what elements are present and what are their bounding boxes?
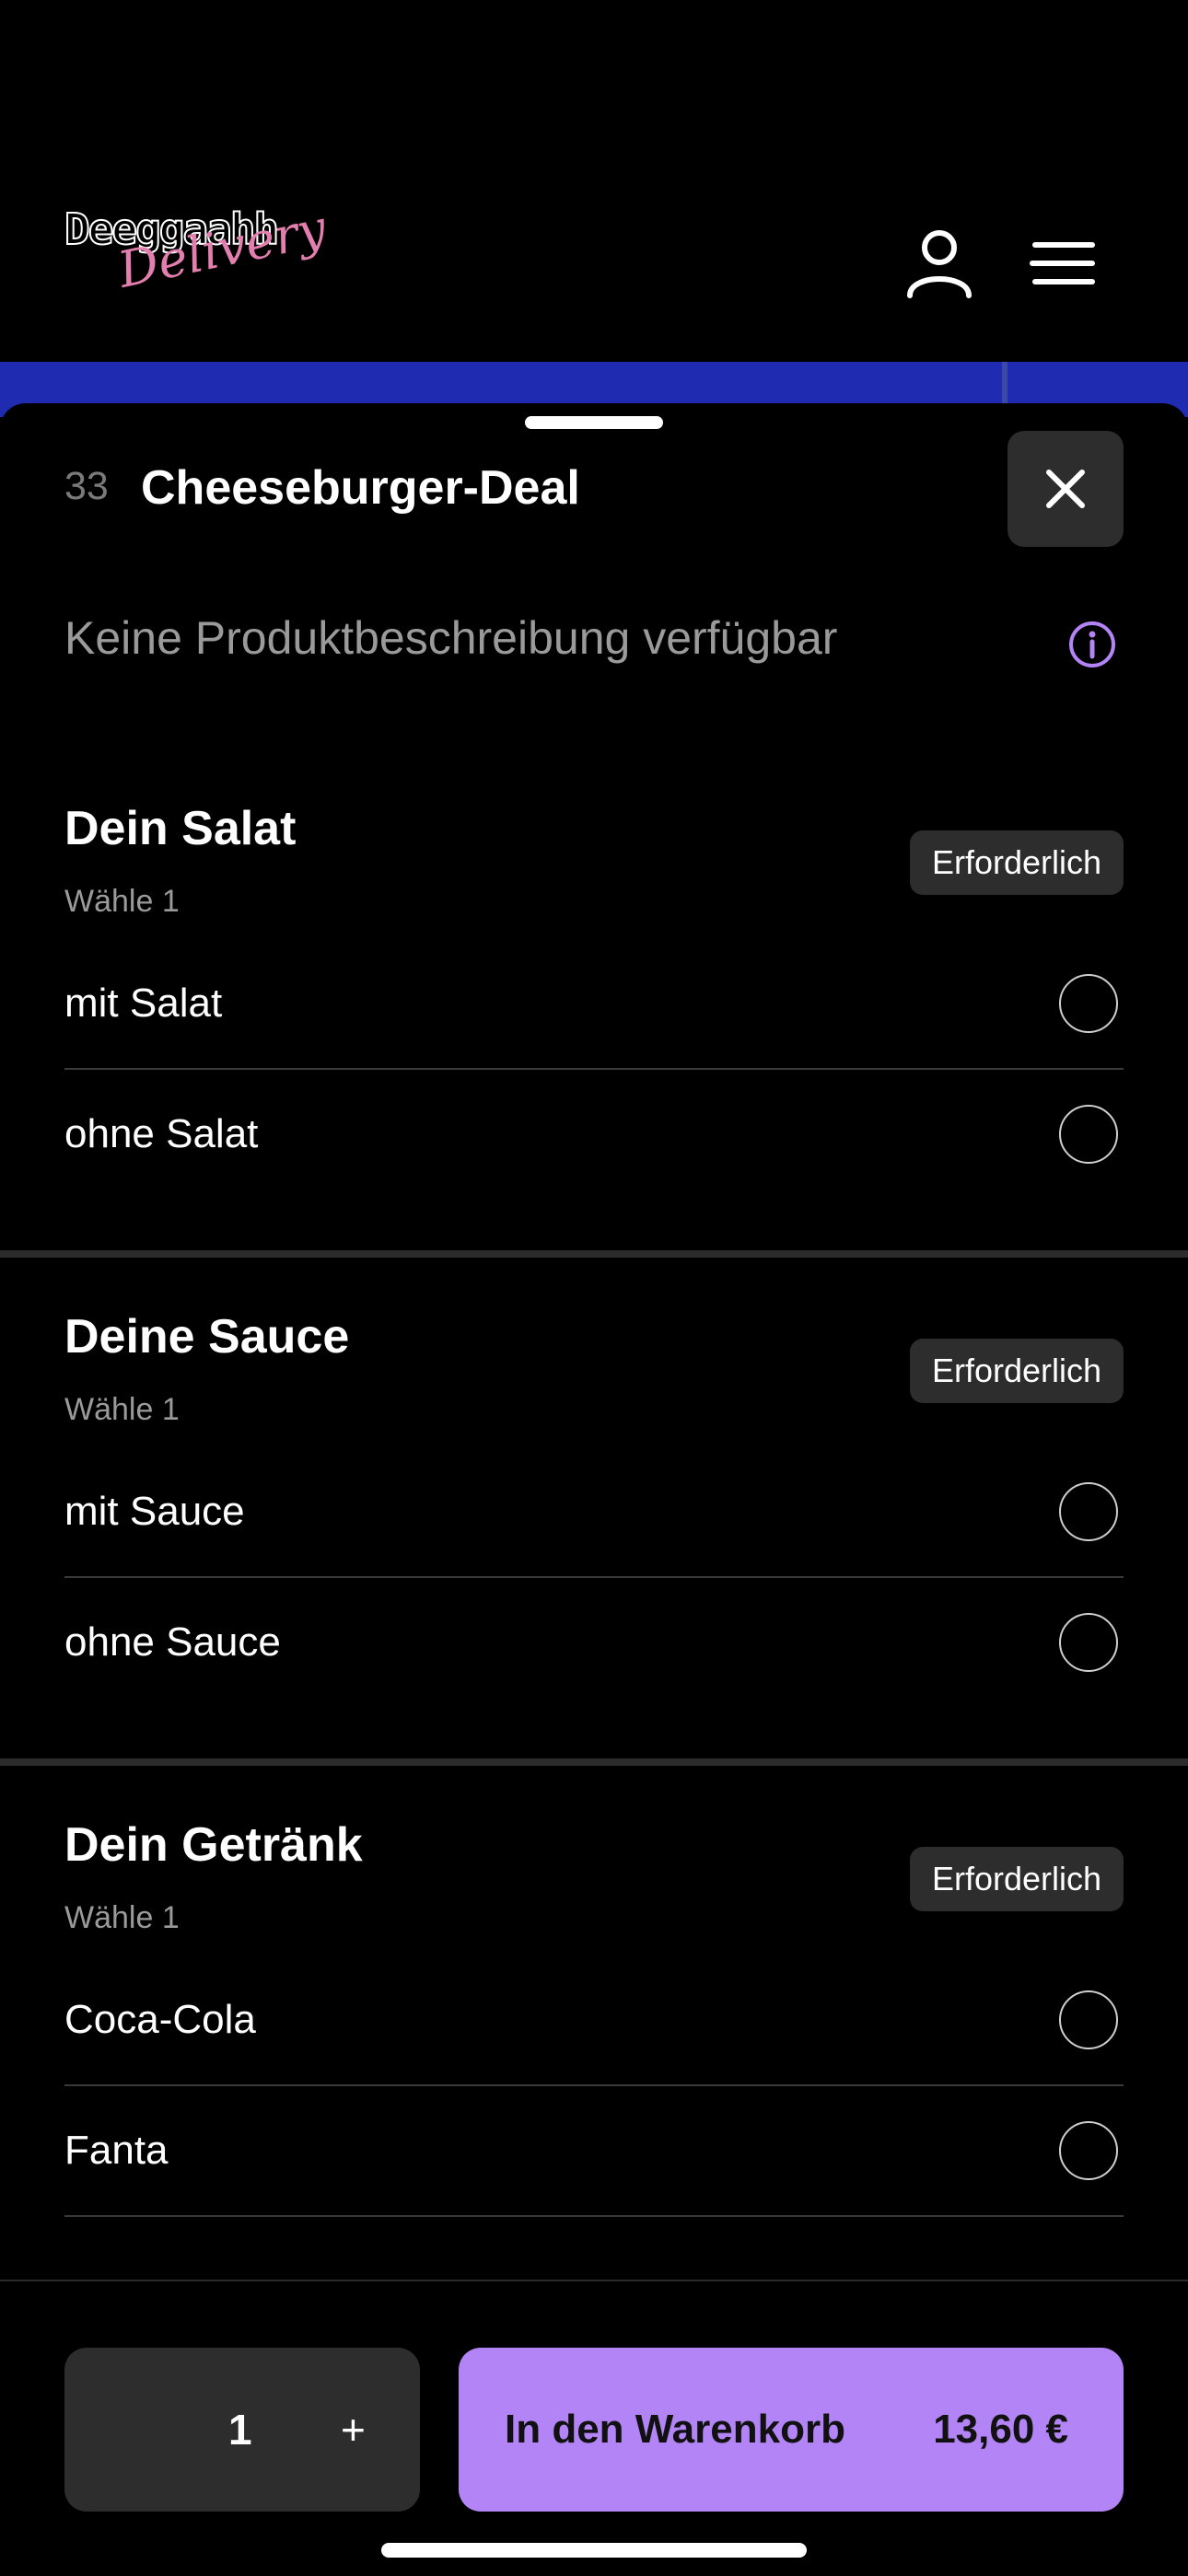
option-ohne-salat[interactable]: ohne Salat bbox=[64, 1070, 1124, 1199]
item-number: 33 bbox=[64, 464, 109, 508]
section-separator bbox=[0, 1250, 1188, 1258]
radio-button[interactable] bbox=[1059, 974, 1118, 1033]
group-subtitle: Wähle 1 bbox=[64, 884, 180, 919]
required-badge: Erforderlich bbox=[910, 1339, 1124, 1403]
group-subtitle: Wähle 1 bbox=[64, 1900, 180, 1935]
group-title: Dein Getränk bbox=[64, 1818, 363, 1872]
item-title: Cheeseburger-Deal bbox=[141, 461, 580, 515]
section-separator bbox=[0, 1758, 1188, 1766]
required-badge: Erforderlich bbox=[910, 830, 1124, 895]
radio-button[interactable] bbox=[1059, 1990, 1118, 2049]
radio-button[interactable] bbox=[1059, 1482, 1118, 1541]
option-label: mit Sauce bbox=[64, 1489, 245, 1534]
option-coca-cola[interactable]: Coca-Cola bbox=[64, 1955, 1124, 2084]
option-fanta[interactable]: Fanta bbox=[64, 2086, 1124, 2215]
radio-button[interactable] bbox=[1059, 1105, 1118, 1164]
radio-button[interactable] bbox=[1059, 2121, 1118, 2180]
price-label: 13,60 € bbox=[933, 2407, 1068, 2452]
group-title: Deine Sauce bbox=[64, 1310, 350, 1363]
bottom-action-bar: 1 + In den Warenkorb 13,60 € bbox=[0, 2280, 1188, 2576]
home-indicator bbox=[381, 2543, 807, 2558]
required-badge: Erforderlich bbox=[910, 1847, 1124, 1911]
close-button[interactable] bbox=[1007, 431, 1124, 547]
option-label: Coca-Cola bbox=[64, 1997, 256, 2042]
option-label: ohne Salat bbox=[64, 1111, 259, 1156]
quantity-value: 1 bbox=[228, 2406, 252, 2454]
info-icon[interactable] bbox=[1068, 621, 1116, 668]
product-sheet: 33 Cheeseburger-Deal Keine Produktbeschr… bbox=[0, 403, 1188, 2574]
increment-button[interactable]: + bbox=[341, 2405, 366, 2454]
option-ohne-sauce[interactable]: ohne Sauce bbox=[64, 1578, 1124, 1707]
brand-logo[interactable]: Deeggaahh Delivery bbox=[64, 199, 332, 315]
group-subtitle: Wähle 1 bbox=[64, 1392, 180, 1427]
add-to-cart-button[interactable]: In den Warenkorb 13,60 € bbox=[459, 2348, 1124, 2512]
option-label: mit Salat bbox=[64, 981, 223, 1026]
option-mit-salat[interactable]: mit Salat bbox=[64, 939, 1124, 1068]
close-icon bbox=[1046, 470, 1085, 508]
option-label: ohne Sauce bbox=[64, 1619, 281, 1665]
quantity-stepper[interactable]: 1 + bbox=[64, 2348, 420, 2512]
option-label: Fanta bbox=[64, 2128, 169, 2173]
divider bbox=[64, 2215, 1124, 2217]
radio-button[interactable] bbox=[1059, 1613, 1118, 1672]
add-to-cart-label: In den Warenkorb bbox=[505, 2407, 845, 2452]
group-title: Dein Salat bbox=[64, 802, 297, 855]
menu-icon[interactable] bbox=[1030, 238, 1098, 289]
option-mit-sauce[interactable]: mit Sauce bbox=[64, 1447, 1124, 1576]
user-icon[interactable] bbox=[903, 226, 976, 299]
sheet-grabber[interactable] bbox=[525, 416, 663, 429]
product-description: Keine Produktbeschreibung verfügbar bbox=[64, 612, 838, 664]
app-header: Deeggaahh Delivery bbox=[0, 0, 1188, 364]
